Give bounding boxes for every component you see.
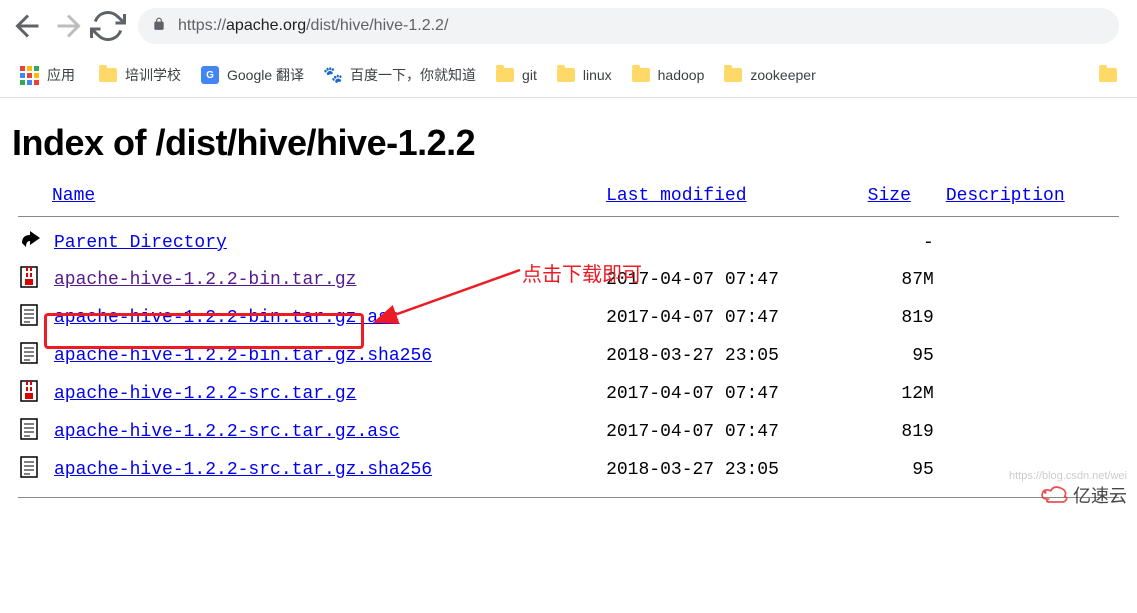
page-body: Index of /dist/hive/hive-1.2.2 Name Last… — [0, 98, 1137, 516]
file-size: 95 — [862, 451, 940, 489]
table-row: Parent Directory - — [12, 225, 1125, 261]
bookmark-label: 培训学校 — [125, 65, 181, 85]
bookmark-label: hadoop — [658, 67, 705, 83]
parent-size: - — [862, 225, 940, 261]
file-modified: 2017-04-07 07:47 — [600, 413, 862, 451]
baidu-icon: 🐾 — [324, 66, 342, 84]
file-type-icon — [12, 261, 48, 299]
file-size: 819 — [862, 413, 940, 451]
directory-listing-table: Name Last modified Size Description Pare… — [12, 184, 1125, 506]
file-size: 12M — [862, 375, 940, 413]
lock-icon — [152, 17, 166, 36]
address-bar[interactable]: https://apache.org/dist/hive/hive-1.2.2/ — [138, 8, 1119, 44]
file-type-icon — [12, 375, 48, 413]
apps-grid-icon — [20, 66, 39, 85]
bookmark-label: linux — [583, 67, 612, 83]
bookmark-item[interactable]: G Google 翻译 — [191, 59, 314, 91]
forward-button[interactable] — [50, 8, 86, 44]
parent-dir-icon — [12, 225, 48, 261]
bookmark-label: 百度一下，你就知道 — [350, 65, 476, 85]
folder-icon — [496, 68, 514, 82]
url-text: https://apache.org/dist/hive/hive-1.2.2/ — [178, 17, 448, 35]
file-link[interactable]: apache-hive-1.2.2-src.tar.gz.sha256 — [54, 460, 432, 480]
file-modified: 2018-03-27 23:05 — [600, 337, 862, 375]
file-modified: 2017-04-07 07:47 — [600, 375, 862, 413]
annotation-text: 点击下载即可 — [522, 258, 642, 287]
bookmark-item[interactable]: 🐾 百度一下，你就知道 — [314, 59, 486, 91]
table-row: apache-hive-1.2.2-bin.tar.gz.asc 2017-04-… — [12, 299, 1125, 337]
table-row: apache-hive-1.2.2-src.tar.gz.asc 2017-04-… — [12, 413, 1125, 451]
back-button[interactable] — [10, 8, 46, 44]
table-row: apache-hive-1.2.2-src.tar.gz.sha256 2018-… — [12, 451, 1125, 489]
file-link[interactable]: apache-hive-1.2.2-src.tar.gz.asc — [54, 422, 400, 442]
header-name[interactable]: Name — [12, 184, 600, 208]
file-size: 819 — [862, 299, 940, 337]
browser-toolbar: https://apache.org/dist/hive/hive-1.2.2/ — [0, 0, 1137, 53]
file-type-icon — [12, 413, 48, 451]
folder-icon — [1099, 68, 1117, 82]
bookmark-label: zookeeper — [750, 67, 815, 83]
apps-button[interactable]: 应用 — [10, 59, 85, 91]
folder-icon — [632, 68, 650, 82]
file-size: 87M — [862, 261, 940, 299]
bookmark-item[interactable]: hadoop — [622, 61, 715, 89]
file-modified: 2017-04-07 07:47 — [600, 299, 862, 337]
file-link[interactable]: apache-hive-1.2.2-bin.tar.gz.asc — [54, 308, 400, 328]
watermark-url: https://blog.csdn.net/wei — [1009, 470, 1127, 482]
cloud-logo-icon — [1041, 485, 1069, 505]
parent-directory-link[interactable]: Parent Directory — [54, 233, 227, 253]
google-translate-icon: G — [201, 66, 219, 84]
bookmark-item[interactable]: linux — [547, 61, 622, 89]
file-type-icon — [12, 337, 48, 375]
apps-label: 应用 — [47, 65, 75, 85]
header-modified[interactable]: Last modified — [600, 184, 862, 208]
bookmark-label: Google 翻译 — [227, 65, 304, 85]
file-link[interactable]: apache-hive-1.2.2-bin.tar.gz — [54, 270, 356, 290]
file-type-icon — [12, 451, 48, 489]
bookmark-item[interactable]: git — [486, 61, 547, 89]
file-link[interactable]: apache-hive-1.2.2-bin.tar.gz.sha256 — [54, 346, 432, 366]
bookmark-overflow[interactable] — [1089, 62, 1127, 88]
file-link[interactable]: apache-hive-1.2.2-src.tar.gz — [54, 384, 356, 404]
table-row: apache-hive-1.2.2-bin.tar.gz.sha256 2018-… — [12, 337, 1125, 375]
watermark-logo: 亿速云 — [1041, 482, 1127, 508]
page-title: Index of /dist/hive/hive-1.2.2 — [12, 122, 1125, 164]
folder-icon — [557, 68, 575, 82]
table-row: apache-hive-1.2.2-src.tar.gz 2017-04-07 0… — [12, 375, 1125, 413]
file-type-icon — [12, 299, 48, 337]
bookmark-item[interactable]: 培训学校 — [89, 59, 191, 91]
file-modified: 2018-03-27 23:05 — [600, 451, 862, 489]
folder-icon — [99, 68, 117, 82]
bookmark-label: git — [522, 67, 537, 83]
reload-button[interactable] — [90, 8, 126, 44]
bookmark-bar: 应用 培训学校 G Google 翻译 🐾 百度一下，你就知道 git linux hadoo… — [0, 53, 1137, 98]
bookmark-item[interactable]: zookeeper — [714, 61, 825, 89]
header-description[interactable]: Description — [940, 184, 1125, 208]
folder-icon — [724, 68, 742, 82]
file-size: 95 — [862, 337, 940, 375]
header-size[interactable]: Size — [862, 184, 940, 208]
